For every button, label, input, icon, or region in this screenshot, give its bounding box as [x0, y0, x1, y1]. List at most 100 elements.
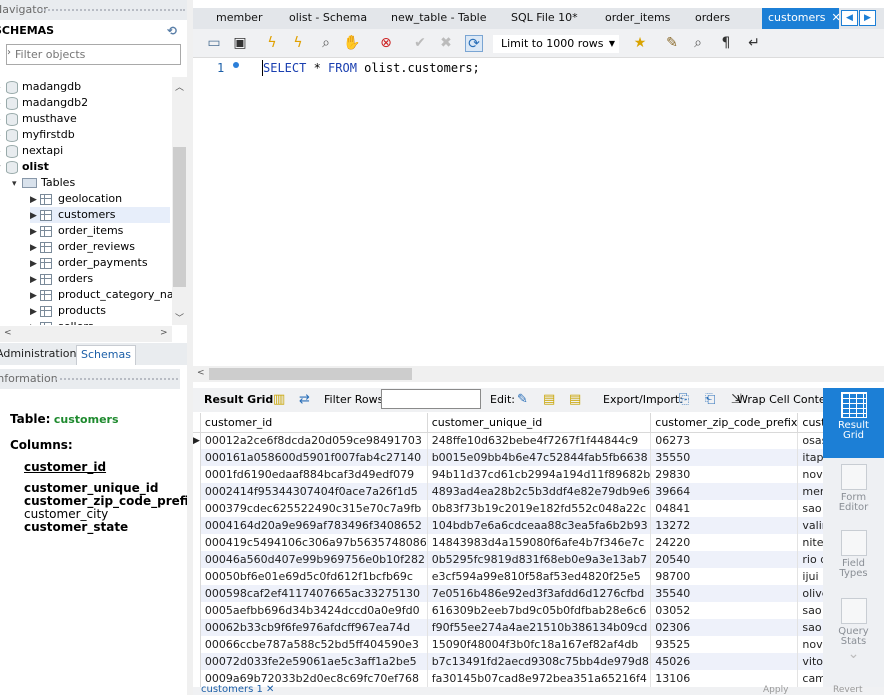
table-row[interactable]: 000419c5494106c306a97b5635748086 14843983…: [193, 534, 823, 551]
editor-horizontal-scrollbar[interactable]: <: [193, 366, 884, 382]
expand-arrow-icon[interactable]: ▶: [30, 320, 40, 325]
table-cell[interactable]: b7c13491fd2aecd9308c75bb4de979d8: [427, 653, 652, 670]
tab-member[interactable]: member: [216, 8, 262, 29]
table-cell[interactable]: 0b5295fc9819d831f68eb0e9a3e13ab7: [427, 551, 652, 568]
expand-arrow-icon[interactable]: ▶: [30, 304, 40, 320]
table-cell[interactable]: sao paulo: [797, 619, 823, 636]
refresh-icon[interactable]: ⟲: [167, 20, 177, 42]
table-row[interactable]: 000379cdec625522490c315e70c7a9fb 0b83f73b…: [193, 500, 823, 517]
field-types-button[interactable]: Field Types: [823, 530, 884, 579]
tab-customers[interactable]: customers ✕: [762, 8, 841, 29]
execute-current-icon[interactable]: ϟ: [289, 35, 307, 52]
tab-orders[interactable]: orders: [695, 8, 730, 29]
table-item-geolocation[interactable]: ▶ geolocation: [30, 191, 122, 207]
collapse-arrow-icon[interactable]: ▾: [12, 176, 22, 192]
table-item-products[interactable]: ▶ products: [30, 303, 106, 319]
schema-item-madangdb[interactable]: ▸madangdb: [0, 79, 81, 95]
row-header[interactable]: [193, 602, 201, 619]
find-icon[interactable]: ⌕: [689, 35, 707, 52]
schema-item-musthave[interactable]: ▸musthave: [0, 111, 77, 127]
table-cell[interactable]: 00072d033fe2e59061ae5c3aff1a2be5: [200, 653, 428, 670]
table-cell[interactable]: 248ffe10d632bebe4f7267f1f44844c9: [427, 432, 652, 449]
row-header[interactable]: [193, 551, 201, 568]
table-cell[interactable]: osasco: [797, 432, 823, 449]
table-row[interactable]: 0001fd6190edaaf884bcaf3d49edf079 94b11d37…: [193, 466, 823, 483]
table-cell[interactable]: 13272: [650, 517, 799, 534]
tab-administration[interactable]: Administration: [0, 345, 81, 365]
expand-arrow-icon[interactable]: ▶: [30, 208, 40, 224]
table-cell[interactable]: 000419c5494106c306a97b5635748086: [200, 534, 428, 551]
table-cell[interactable]: nova venecia: [797, 466, 823, 483]
table-cell[interactable]: vitoria da conquista: [797, 653, 823, 670]
tab-olist-schema[interactable]: olist - Schema: [289, 8, 367, 29]
scroll-up-icon[interactable]: ︿: [175, 80, 184, 93]
execute-icon[interactable]: ϟ: [263, 35, 281, 52]
table-cell[interactable]: 35540: [650, 585, 799, 602]
result-tab[interactable]: customers 1 ✕: [193, 685, 274, 695]
row-header[interactable]: [193, 466, 201, 483]
table-cell[interactable]: 00062b33cb9f6fe976afdcff967ea74d: [200, 619, 428, 636]
table-cell[interactable]: novo hamburgo: [797, 636, 823, 653]
result-grid[interactable]: customer_id customer_unique_id customer_…: [193, 413, 823, 687]
table-row[interactable]: 000161a058600d5901f007fab4c27140 b0015e09…: [193, 449, 823, 466]
table-cell[interactable]: rio de janeiro: [797, 551, 823, 568]
table-cell[interactable]: 00012a2ce6f8dcda20d059ce98491703: [200, 432, 428, 449]
table-cell[interactable]: 20540: [650, 551, 799, 568]
save-icon[interactable]: ▣: [231, 35, 249, 52]
table-cell[interactable]: oliveira: [797, 585, 823, 602]
scrollbar-thumb[interactable]: [209, 368, 412, 380]
filter-rows-input[interactable]: [381, 389, 481, 409]
table-cell[interactable]: 39664: [650, 483, 799, 500]
table-cell[interactable]: 104bdb7e6a6cdceaa88c3ea5fa6b2b93: [427, 517, 652, 534]
table-item-customers[interactable]: ▶ customers: [30, 207, 170, 223]
edit-row-icon[interactable]: ✎: [517, 388, 528, 412]
schema-item-nextapi[interactable]: ▸nextapi: [0, 143, 63, 159]
table-cell[interactable]: 93525: [650, 636, 799, 653]
expand-arrow-icon[interactable]: ▶: [30, 224, 40, 240]
table-cell[interactable]: mendonca: [797, 483, 823, 500]
revert-button[interactable]: Revert: [833, 686, 862, 695]
table-cell[interactable]: 00046a560d407e99b969756e0b10f282: [200, 551, 428, 568]
table-cell[interactable]: 616309b2eeb7bd9c05b0fdfbab28e6c6: [427, 602, 652, 619]
import-icon[interactable]: ⎗: [705, 388, 715, 412]
chevron-down-icon[interactable]: ⌄: [823, 647, 884, 661]
table-row[interactable]: 00066ccbe787a588c52bd5ff404590e3 15090f48…: [193, 636, 823, 653]
table-cell[interactable]: ijui: [797, 568, 823, 585]
table-cell[interactable]: 00066ccbe787a588c52bd5ff404590e3: [200, 636, 428, 653]
row-header[interactable]: [193, 500, 201, 517]
table-cell[interactable]: 0002414f95344307404f0ace7a26f1d5: [200, 483, 428, 500]
commit-icon[interactable]: ✔: [411, 35, 429, 52]
column-header[interactable]: customer_zip_code_prefix: [650, 413, 799, 433]
export-icon[interactable]: ⎘: [679, 388, 689, 412]
table-row[interactable]: 00072d033fe2e59061ae5c3aff1a2be5 b7c13491…: [193, 653, 823, 670]
limit-rows-select[interactable]: Limit to 1000 rows ▼: [493, 35, 619, 53]
table-cell[interactable]: 7e0516b486e92ed3f3afdd6d1276cfbd: [427, 585, 652, 602]
table-item-order-items[interactable]: ▶ order_items: [30, 223, 123, 239]
tab-sql-file-10[interactable]: SQL File 10*: [511, 8, 578, 29]
table-cell[interactable]: 0b83f73b19c2019e182fd552c048a22c: [427, 500, 652, 517]
tables-folder[interactable]: ▾ Tables: [12, 175, 75, 191]
table-cell[interactable]: valinhos: [797, 517, 823, 534]
table-row[interactable]: 0005aefbb696d34b3424dccd0a0e9fd0 616309b2…: [193, 602, 823, 619]
row-header[interactable]: [193, 653, 201, 670]
row-header[interactable]: [193, 517, 201, 534]
row-header[interactable]: [193, 636, 201, 653]
expand-arrow-icon[interactable]: ▶: [30, 256, 40, 272]
table-item-orders[interactable]: ▶ orders: [30, 271, 93, 287]
table-row[interactable]: 00062b33cb9f6fe976afdcff967ea74d f90f55ee…: [193, 619, 823, 636]
table-cell[interactable]: e3cf594a99e810f58af53ed4820f25e5: [427, 568, 652, 585]
table-cell[interactable]: 14843983d4a159080f6afe4b7f346e7c: [427, 534, 652, 551]
row-header[interactable]: [193, 449, 201, 466]
column-header[interactable]: customer_city: [797, 413, 823, 433]
apply-button[interactable]: Apply: [763, 686, 788, 695]
table-item-order-payments[interactable]: ▶ order_payments: [30, 255, 148, 271]
sql-statement[interactable]: SELECT * FROM olist.customers;: [263, 61, 480, 75]
schema-item-madangdb2[interactable]: ▸madangdb2: [0, 95, 88, 111]
expand-arrow-icon[interactable]: ▶: [30, 288, 40, 304]
table-item-order-reviews[interactable]: ▶ order_reviews: [30, 239, 135, 255]
table-cell[interactable]: 04841: [650, 500, 799, 517]
table-cell[interactable]: campinas: [797, 670, 823, 687]
table-cell[interactable]: fa30145b07cad8e972bea351a65216f4: [427, 670, 652, 687]
table-cell[interactable]: 45026: [650, 653, 799, 670]
table-cell[interactable]: itapecerica: [797, 449, 823, 466]
